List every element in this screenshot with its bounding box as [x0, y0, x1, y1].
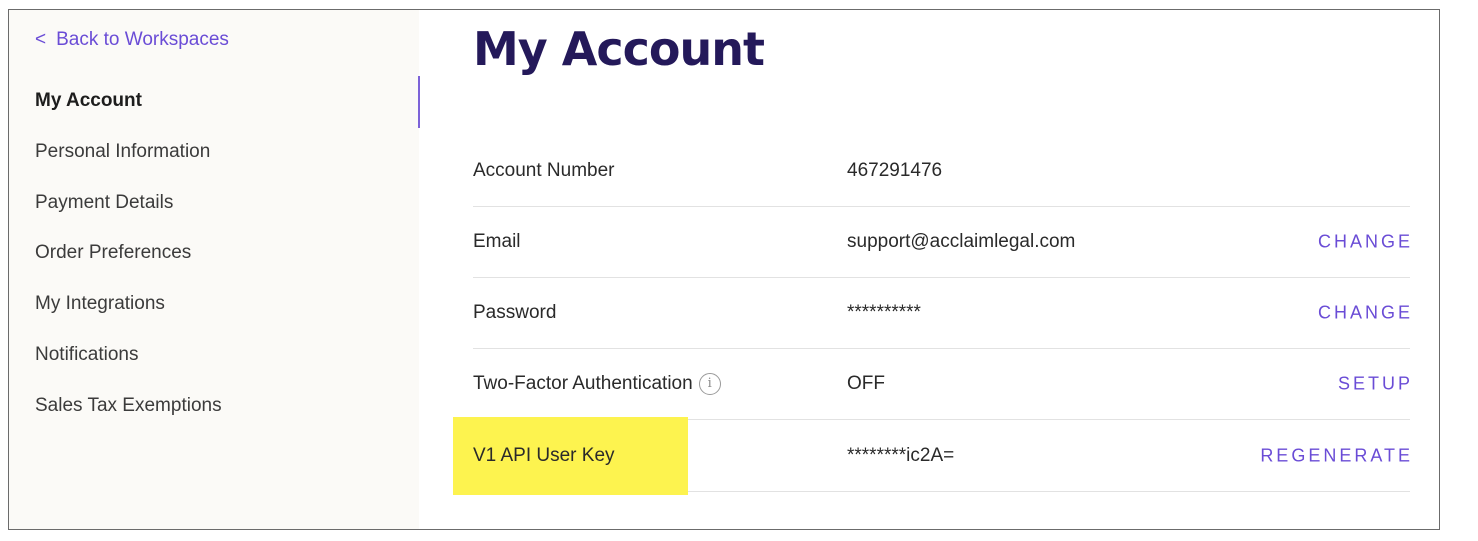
- account-number-label: Account Number: [473, 159, 615, 181]
- api-user-key-value: ********ic2A=: [847, 444, 955, 466]
- back-link-label: Back to Workspaces: [56, 29, 229, 50]
- sidebar-item-personal-information[interactable]: Personal Information: [35, 141, 210, 163]
- email-label: Email: [473, 230, 521, 252]
- api-user-key-label: V1 API User Key: [473, 444, 615, 466]
- two-factor-label: Two-Factor Authentication: [473, 372, 693, 394]
- info-icon[interactable]: i: [698, 372, 721, 395]
- regenerate-api-key-button[interactable]: REGENERATE: [1260, 445, 1413, 466]
- change-password-button[interactable]: CHANGE: [1318, 302, 1413, 323]
- chevron-left-icon: <: [35, 29, 47, 50]
- two-factor-label-wrap: Two-Factor Authentication i: [473, 372, 721, 395]
- change-email-button[interactable]: CHANGE: [1318, 231, 1413, 252]
- sidebar-item-order-preferences[interactable]: Order Preferences: [35, 242, 191, 264]
- sidebar: < Back to Workspaces My Account Personal …: [9, 10, 419, 529]
- sidebar-item-my-account[interactable]: My Account: [35, 90, 142, 112]
- account-settings-window: < Back to Workspaces My Account Personal …: [8, 9, 1440, 530]
- sidebar-item-notifications[interactable]: Notifications: [35, 344, 139, 366]
- two-factor-row: Two-Factor Authentication i OFF SETUP: [473, 348, 1410, 420]
- back-to-workspaces-link[interactable]: < Back to Workspaces: [35, 29, 229, 51]
- password-label: Password: [473, 301, 557, 323]
- sidebar-item-sales-tax-exemptions[interactable]: Sales Tax Exemptions: [35, 395, 222, 417]
- account-number-row: Account Number 467291476: [473, 135, 1410, 207]
- password-value: **********: [847, 301, 921, 323]
- active-item-indicator: [418, 76, 420, 128]
- account-number-value: 467291476: [847, 159, 943, 181]
- password-row: Password ********** CHANGE: [473, 277, 1410, 349]
- email-row: Email support@acclaimlegal.com CHANGE: [473, 206, 1410, 278]
- two-factor-value: OFF: [847, 372, 885, 394]
- setup-two-factor-button[interactable]: SETUP: [1338, 373, 1413, 394]
- page-title: My Account: [473, 22, 765, 76]
- sidebar-item-payment-details[interactable]: Payment Details: [35, 192, 173, 214]
- sidebar-item-my-integrations[interactable]: My Integrations: [35, 293, 165, 315]
- email-value: support@acclaimlegal.com: [847, 230, 1076, 252]
